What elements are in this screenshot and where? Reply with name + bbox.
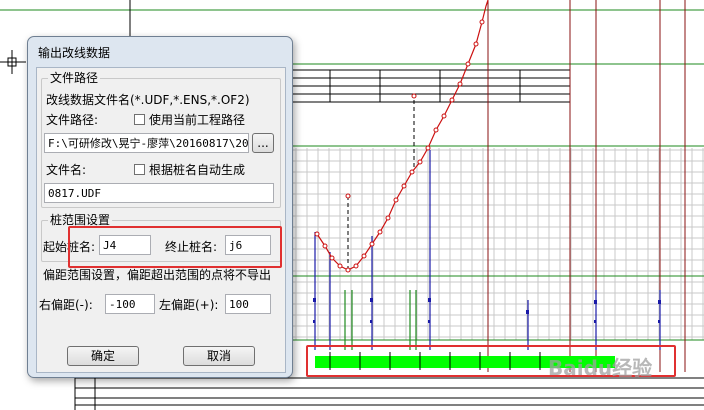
use-project-path-label: 使用当前工程路径 [149,113,246,127]
filename-label: 文件名: [46,163,87,177]
cancel-button[interactable]: 取消 [183,346,255,366]
dialog-body: 文件路径 改线数据文件名(*.UDF,*.ENS,*.OF2) 文件路径: 使用… [36,67,286,373]
use-project-path-checkbox[interactable] [134,114,145,125]
path-input[interactable]: F:\可研修改\晃宁-廖萍\20160817\20 [44,133,249,153]
cursor-crosshair-icon [0,50,26,74]
format-label: 改线数据文件名(*.UDF,*.ENS,*.OF2) [46,93,250,107]
dialog-title: 输出改线数据 [38,46,111,60]
file-path-group: 文件路径 改线数据文件名(*.UDF,*.ENS,*.OF2) 文件路径: 使用… [41,71,281,208]
title-block [289,69,571,103]
ok-button[interactable]: 确定 [67,346,139,366]
baidu-watermark: Baidu经验 [548,356,653,380]
browse-button[interactable]: ... [252,133,274,153]
path-label: 文件路径: [46,113,99,127]
stake-range-group-label: 桩范围设置 [48,213,113,227]
profile-line [314,0,489,273]
highlight-box-stake-fields [68,226,282,268]
left-offset-input[interactable]: 100 [225,294,271,314]
station-lines-red [487,0,686,372]
export-reroute-dialog: 输出改线数据 文件路径 改线数据文件名(*.UDF,*.ENS,*.OF2) 文… [27,36,293,378]
filename-input[interactable]: 0817.UDF [44,183,274,203]
auto-name-checkbox[interactable] [134,164,145,175]
auto-name-label: 根据桩名自动生成 [149,163,246,177]
green-posts [344,290,417,350]
right-offset-input[interactable]: -100 [105,294,155,314]
offset-note: 偏距范围设置，偏距超出范围的点将不导出 [43,268,272,282]
file-path-group-label: 文件路径 [48,71,101,85]
left-offset-label: 左偏距(+): [159,298,219,312]
right-offset-label: 右偏距(-): [39,298,93,312]
blue-ticks [313,298,661,323]
